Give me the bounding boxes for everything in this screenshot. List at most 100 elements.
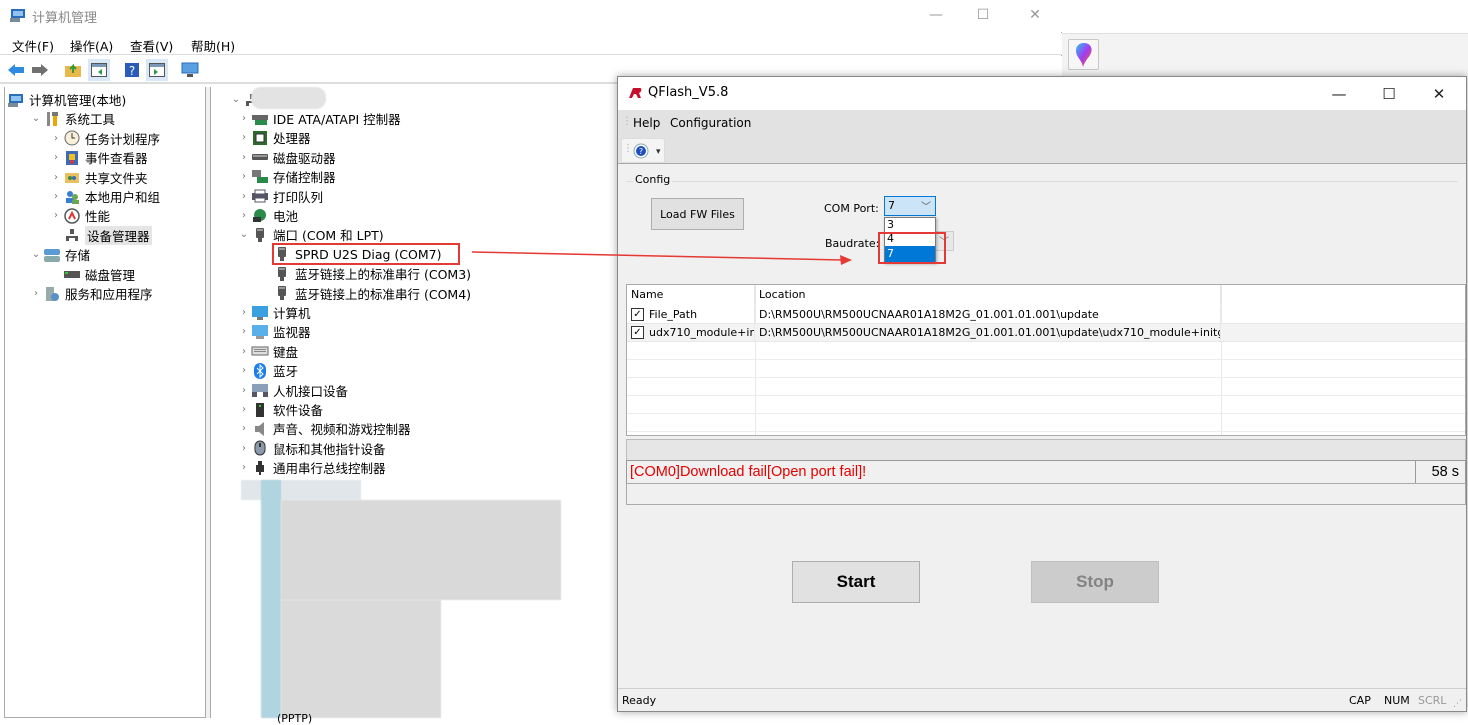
tree-item[interactable]: › 共享文件夹: [49, 168, 148, 187]
menu-configuration[interactable]: Configuration: [670, 116, 751, 130]
qflash-window-title: QFlash_V5.8: [648, 85, 729, 100]
chevron-right-icon[interactable]: ›: [237, 423, 251, 434]
tree-item[interactable]: › 性能: [49, 206, 110, 225]
menu-view[interactable]: 查看(V): [130, 36, 173, 55]
help-icon[interactable]: ?: [121, 59, 143, 81]
menu-file[interactable]: 文件(F): [12, 36, 54, 55]
cm-minimize-button[interactable]: —: [913, 0, 959, 30]
column-header-name[interactable]: Name: [627, 285, 755, 305]
com-port-select[interactable]: 7 ﹀: [884, 196, 936, 216]
chevron-right-icon[interactable]: ›: [237, 152, 251, 163]
column-header-location[interactable]: Location: [755, 285, 1221, 305]
device-tree-item[interactable]: › 通用串行总线控制器: [237, 458, 386, 477]
chevron-right-icon[interactable]: ›: [29, 288, 43, 299]
chevron-right-icon[interactable]: ›: [237, 210, 251, 221]
device-tree-item[interactable]: ⌄ 端口 (COM 和 LPT): [237, 225, 384, 244]
paint-3d-icon[interactable]: [1068, 39, 1099, 70]
qflash-minimize-button[interactable]: —: [1316, 79, 1362, 109]
chevron-right-icon[interactable]: ›: [237, 443, 251, 454]
tree-item[interactable]: › 任务计划程序: [49, 129, 160, 148]
cell-location: D:\RM500U\RM500UCNAAR01A18M2G_01.001.01.…: [759, 306, 1221, 324]
computer-monitor-icon[interactable]: [179, 59, 201, 81]
tree-item[interactable]: ⌄ 存储: [29, 245, 90, 264]
chevron-down-icon[interactable]: ⌄: [229, 94, 243, 105]
event-viewer-icon: [63, 150, 81, 166]
tree-item[interactable]: 计算机管理(本地): [5, 90, 126, 109]
com-port-option[interactable]: 3: [885, 218, 935, 232]
forward-arrow-icon[interactable]: [29, 59, 51, 81]
chevron-right-icon[interactable]: ›: [237, 404, 251, 415]
menu-help[interactable]: Help: [633, 116, 660, 130]
cm-close-button[interactable]: ✕: [1012, 0, 1058, 30]
tree-item[interactable]: › 事件查看器: [49, 148, 148, 167]
menu-action[interactable]: 操作(A): [70, 36, 113, 55]
show-hide-console-tree-icon[interactable]: [88, 59, 110, 81]
cm-maximize-button[interactable]: ☐: [960, 0, 1006, 30]
chevron-right-icon[interactable]: ›: [237, 365, 251, 376]
device-tree-item[interactable]: › 电池: [237, 206, 298, 225]
num-indicator: NUM: [1384, 694, 1410, 707]
config-group-border: [626, 181, 1458, 182]
toolbar-overflow-icon[interactable]: ▾: [656, 147, 661, 157]
tree-item-label: 设备管理器: [85, 225, 152, 245]
start-button[interactable]: Start: [792, 561, 920, 603]
show-hide-action-pane-icon[interactable]: [146, 59, 168, 81]
stop-button[interactable]: Stop: [1031, 561, 1159, 603]
device-tree-item[interactable]: › 打印队列: [237, 187, 323, 206]
row-checkbox[interactable]: ✓: [631, 326, 644, 339]
device-tree-item[interactable]: › IDE ATA/ATAPI 控制器: [237, 109, 401, 128]
device-tree-item[interactable]: › 键盘: [237, 342, 298, 361]
chevron-right-icon[interactable]: ›: [237, 385, 251, 396]
chevron-down-icon[interactable]: ⌄: [29, 249, 43, 260]
chevron-right-icon[interactable]: ›: [237, 462, 251, 473]
device-tree-item[interactable]: 蓝牙链接上的标准串行 (COM4): [269, 284, 471, 303]
tree-item[interactable]: ⌄ 系统工具: [29, 109, 115, 128]
chevron-down-icon[interactable]: ⌄: [29, 113, 43, 124]
device-tree-item[interactable]: › 人机接口设备: [237, 381, 348, 400]
resize-grip-icon[interactable]: ⋰: [1453, 699, 1463, 709]
row-checkbox[interactable]: ✓: [631, 308, 644, 321]
tree-item[interactable]: › 本地用户和组: [49, 187, 160, 206]
qflash-maximize-button[interactable]: ☐: [1366, 79, 1412, 109]
tree-item[interactable]: 设备管理器: [49, 225, 152, 245]
tree-item[interactable]: › 服务和应用程序: [29, 284, 153, 303]
tree-item[interactable]: 磁盘管理: [49, 265, 135, 284]
table-row[interactable]: ✓ File_Path D:\RM500U\RM500UCNAAR01A18M2G_…: [627, 306, 1465, 324]
device-tree-item[interactable]: 蓝牙链接上的标准串行 (COM3): [269, 264, 471, 283]
cell-location: D:\RM500U\RM500UCNAAR01A18M2G_01.001.01.…: [759, 324, 1221, 342]
chevron-right-icon[interactable]: ›: [49, 210, 63, 221]
device-tree-item[interactable]: › 存储控制器: [237, 167, 336, 186]
device-tree-item[interactable]: › 磁盘驱动器: [237, 148, 336, 167]
device-tree-item[interactable]: › 声音、视频和游戏控制器: [237, 419, 411, 438]
tree-item-label: 系统工具: [65, 112, 116, 128]
menu-help[interactable]: 帮助(H): [191, 36, 235, 55]
device-tree-item[interactable]: › 监视器: [237, 322, 311, 341]
device-tree-item[interactable]: › 蓝牙: [237, 361, 298, 380]
table-row[interactable]: ✓ udx710_module+in...D:\RM500U\RM500UCNAA…: [627, 324, 1465, 342]
chevron-right-icon[interactable]: ›: [237, 113, 251, 124]
chevron-right-icon[interactable]: ›: [49, 191, 63, 202]
chevron-down-icon[interactable]: ⌄: [237, 229, 251, 240]
device-tree-item[interactable]: › 软件设备: [237, 400, 323, 419]
back-arrow-icon[interactable]: [5, 59, 27, 81]
device-tree-item[interactable]: › 计算机: [237, 303, 311, 322]
shared-folder-icon: [63, 169, 81, 185]
device-tree-item[interactable]: › 鼠标和其他指针设备: [237, 439, 386, 458]
performance-icon: [63, 208, 81, 224]
chevron-right-icon[interactable]: ›: [237, 307, 251, 318]
device-tree-item-label: 通用串行总线控制器: [273, 461, 386, 477]
chevron-right-icon[interactable]: ›: [237, 132, 251, 143]
toolbar-help-button[interactable]: ⋮ ? ▾: [621, 138, 665, 163]
load-fw-files-button[interactable]: Load FW Files: [651, 198, 744, 230]
chevron-right-icon[interactable]: ›: [49, 133, 63, 144]
chevron-right-icon[interactable]: ›: [237, 171, 251, 182]
chevron-right-icon[interactable]: ›: [237, 346, 251, 357]
chevron-right-icon[interactable]: ›: [237, 191, 251, 202]
chevron-right-icon[interactable]: ›: [49, 172, 63, 183]
up-folder-icon[interactable]: [62, 59, 84, 81]
port-icon: [251, 227, 269, 243]
device-tree-item[interactable]: › 处理器: [237, 128, 311, 147]
qflash-close-button[interactable]: ✕: [1416, 79, 1462, 109]
chevron-right-icon[interactable]: ›: [49, 152, 63, 163]
chevron-right-icon[interactable]: ›: [237, 326, 251, 337]
